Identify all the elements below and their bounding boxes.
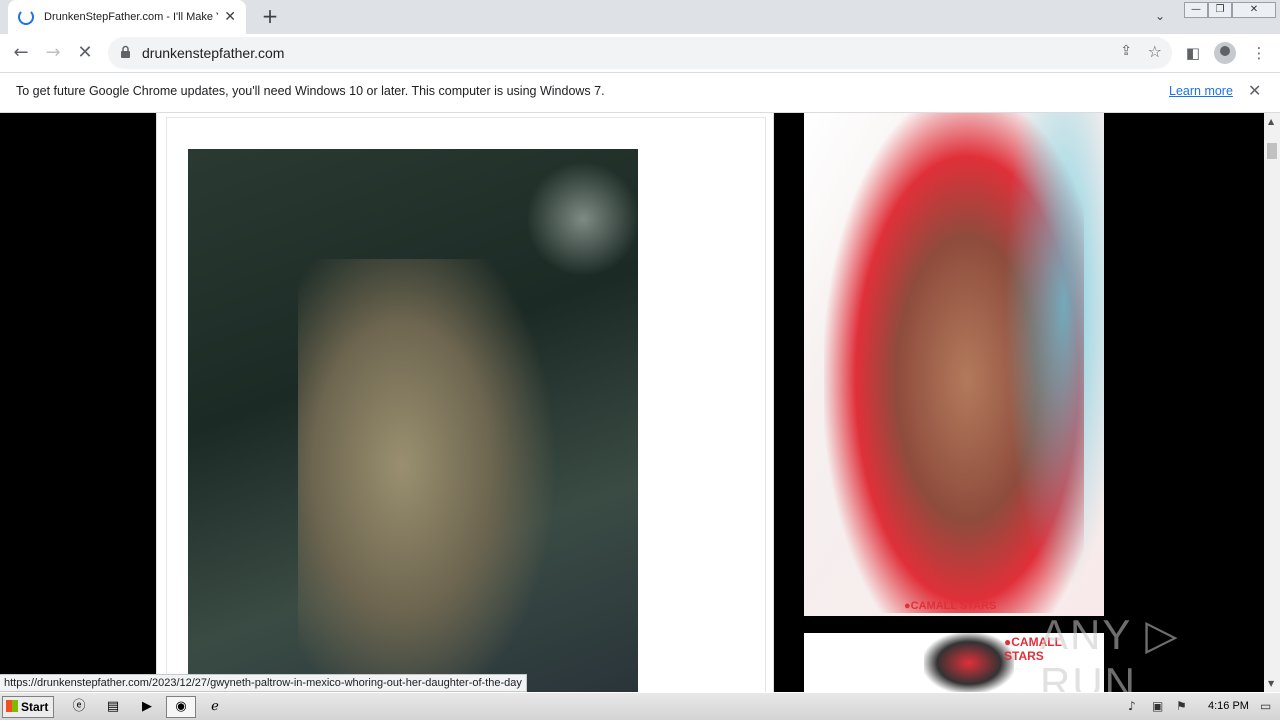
windows-taskbar: Start ⓔ ▤ ▶ ◉ ℯ ♪ ▣ ⚑ 4:16 PM ▭ bbox=[0, 692, 1280, 720]
restore-button[interactable]: ❐ bbox=[1208, 2, 1232, 18]
close-infobar-icon[interactable]: ✕ bbox=[1248, 81, 1261, 100]
browser-tab[interactable]: DrunkenStepFather.com - I'll Make Y ✕ bbox=[8, 0, 246, 34]
media-player-icon[interactable]: ▶ bbox=[132, 696, 162, 718]
page-scrollbar[interactable]: ▲ ▼ bbox=[1264, 113, 1280, 692]
tab-search-chevron-down-icon[interactable]: ⌄ bbox=[1150, 6, 1170, 26]
tab-strip: DrunkenStepFather.com - I'll Make Y ✕ + … bbox=[0, 0, 1280, 34]
url-text: drunkenstepfather.com bbox=[142, 45, 285, 61]
start-button[interactable]: Start bbox=[2, 696, 54, 718]
bookmark-star-icon[interactable]: ☆ bbox=[1148, 42, 1162, 61]
side-panel-icon[interactable]: ◧ bbox=[1182, 42, 1204, 64]
page-content: ●CAMALL STARS ●CAMALL STARS bbox=[0, 113, 1264, 692]
post-image[interactable] bbox=[188, 149, 638, 692]
lock-icon bbox=[121, 45, 130, 58]
windows-logo-icon bbox=[6, 700, 18, 712]
sidebar-column: ●CAMALL STARS ●CAMALL STARS bbox=[784, 113, 1264, 692]
file-explorer-icon[interactable]: ▤ bbox=[98, 696, 128, 718]
browser-toolbar: ← → ✕ drunkenstepfather.com ⇪ ☆ ◧ ⋮ bbox=[0, 34, 1280, 72]
update-infobar: To get future Google Chrome updates, you… bbox=[0, 72, 1280, 113]
profile-avatar-icon[interactable] bbox=[1214, 42, 1236, 64]
start-label: Start bbox=[21, 700, 49, 714]
ad-artwork bbox=[924, 633, 1014, 692]
loading-spinner-icon bbox=[18, 9, 34, 25]
ad-brand-label: ●CAMALL STARS bbox=[904, 600, 997, 612]
show-desktop-icon[interactable]: ▭ bbox=[1260, 699, 1271, 713]
forward-arrow-icon[interactable]: → bbox=[40, 40, 66, 66]
edge-icon[interactable]: ℯ bbox=[200, 696, 230, 718]
internet-explorer-icon[interactable]: ⓔ bbox=[64, 696, 94, 718]
action-center-flag-icon[interactable]: ⚑ bbox=[1176, 699, 1187, 713]
stop-loading-icon[interactable]: ✕ bbox=[72, 40, 98, 66]
tab-title: DrunkenStepFather.com - I'll Make Y bbox=[44, 11, 219, 23]
ad-artwork-overlay bbox=[1004, 113, 1104, 593]
address-bar[interactable]: drunkenstepfather.com ⇪ ☆ bbox=[108, 37, 1172, 69]
status-bar-url: https://drunkenstepfather.com/2023/12/27… bbox=[0, 674, 527, 692]
minimize-button[interactable]: — bbox=[1184, 2, 1208, 18]
network-icon[interactable]: ▣ bbox=[1152, 699, 1163, 713]
infobar-message: To get future Google Chrome updates, you… bbox=[16, 84, 605, 98]
scroll-thumb[interactable] bbox=[1267, 143, 1277, 159]
chrome-icon[interactable]: ◉ bbox=[166, 696, 196, 718]
scroll-up-arrow-icon[interactable]: ▲ bbox=[1268, 117, 1274, 126]
sidebar-ad-1[interactable]: ●CAMALL STARS bbox=[804, 113, 1104, 616]
menu-kebab-icon[interactable]: ⋮ bbox=[1248, 42, 1270, 64]
image-figure bbox=[298, 259, 558, 692]
learn-more-link[interactable]: Learn more bbox=[1169, 84, 1233, 98]
back-arrow-icon[interactable]: ← bbox=[8, 40, 34, 66]
main-column bbox=[156, 113, 774, 692]
close-window-button[interactable]: ✕ bbox=[1232, 2, 1276, 18]
share-icon[interactable]: ⇪ bbox=[1120, 43, 1132, 59]
system-clock[interactable]: 4:16 PM bbox=[1208, 700, 1249, 712]
close-tab-icon[interactable]: ✕ bbox=[224, 9, 236, 25]
volume-icon[interactable]: ♪ bbox=[1128, 699, 1136, 713]
new-tab-button[interactable]: + bbox=[258, 4, 282, 28]
post-container bbox=[166, 117, 766, 692]
